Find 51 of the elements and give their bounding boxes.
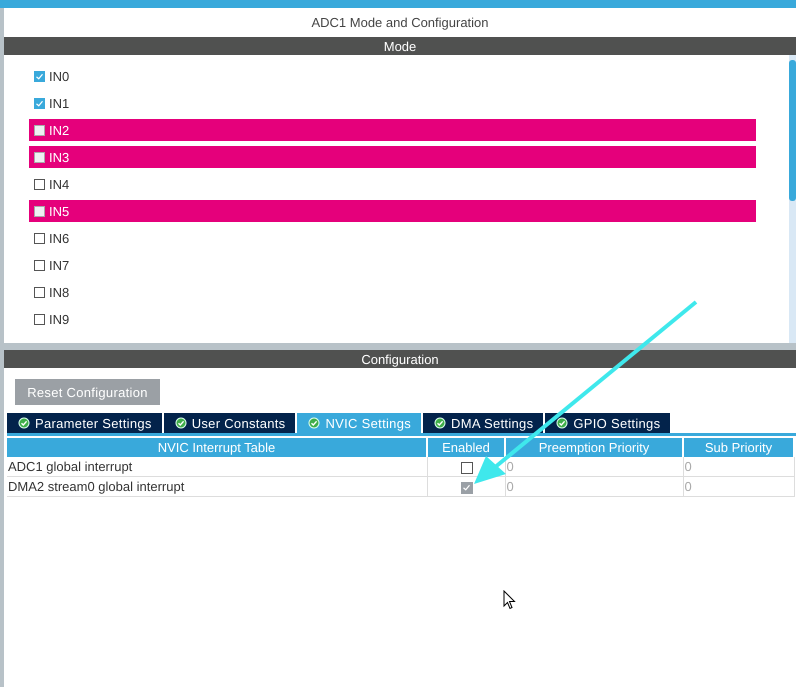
settings-tab[interactable]: User Constants bbox=[164, 413, 296, 433]
channel-label: IN0 bbox=[49, 68, 70, 84]
check-circle-icon bbox=[174, 417, 187, 429]
reset-configuration-button[interactable]: Reset Configuration bbox=[15, 379, 160, 405]
checkbox[interactable] bbox=[34, 206, 45, 216]
column-header: NVIC Interrupt Table bbox=[7, 438, 427, 457]
checkbox[interactable] bbox=[34, 70, 45, 82]
checkbox[interactable] bbox=[34, 124, 45, 136]
settings-tab[interactable]: Parameter Settings bbox=[7, 413, 162, 433]
channel-label: IN7 bbox=[49, 258, 70, 272]
checkbox[interactable] bbox=[34, 152, 45, 162]
channel-label: IN1 bbox=[49, 96, 70, 110]
settings-tab[interactable]: NVIC Settings bbox=[297, 413, 422, 433]
channel-label: IN2 bbox=[49, 122, 70, 138]
channel-label: IN8 bbox=[49, 284, 70, 300]
checkbox[interactable] bbox=[34, 98, 45, 108]
checkbox[interactable] bbox=[34, 314, 45, 324]
configuration-header: Configuration bbox=[4, 350, 796, 368]
column-header: Preemption Priority bbox=[505, 438, 683, 457]
checkbox[interactable] bbox=[34, 286, 45, 298]
channel-label: IN3 bbox=[49, 150, 70, 164]
check-circle-icon bbox=[308, 417, 320, 429]
check-circle-icon bbox=[556, 417, 568, 429]
table-cell: ADC1 global interrupt bbox=[7, 457, 427, 476]
mode-header: Mode bbox=[4, 37, 796, 55]
check-circle-icon bbox=[434, 417, 446, 429]
check-circle-icon bbox=[18, 417, 30, 429]
table-cell: 0 bbox=[505, 457, 683, 476]
column-header: Enabled bbox=[427, 438, 505, 457]
table-cell: 0 bbox=[505, 476, 683, 496]
channel-label: IN6 bbox=[49, 230, 70, 246]
settings-tab[interactable]: GPIO Settings bbox=[545, 413, 670, 433]
table-cell: DMA2 stream0 global interrupt bbox=[7, 476, 427, 496]
checkbox[interactable] bbox=[34, 260, 45, 270]
scrollbar-thumb[interactable] bbox=[789, 60, 796, 201]
channel-row-highlight[interactable]: IN2 bbox=[29, 119, 756, 141]
settings-tab[interactable]: DMA Settings bbox=[423, 413, 544, 433]
enabled-checkbox[interactable] bbox=[460, 462, 472, 474]
scrollbar[interactable] bbox=[789, 55, 796, 343]
channel-label: IN5 bbox=[49, 204, 70, 218]
panel-title: ADC1 Mode and Configuration bbox=[311, 15, 489, 30]
column-header: Sub Priority bbox=[683, 438, 794, 457]
channel-row-highlight[interactable]: IN3 bbox=[29, 146, 756, 168]
channel-label: IN9 bbox=[49, 312, 70, 326]
checkbox[interactable] bbox=[34, 232, 45, 244]
mouse-pointer-icon bbox=[503, 590, 516, 610]
channel-row-highlight[interactable]: IN5 bbox=[29, 200, 756, 222]
channel-label: IN4 bbox=[49, 176, 70, 192]
table-cell: 0 bbox=[683, 476, 794, 496]
checkbox[interactable] bbox=[34, 178, 45, 190]
table-cell: 0 bbox=[683, 457, 794, 476]
